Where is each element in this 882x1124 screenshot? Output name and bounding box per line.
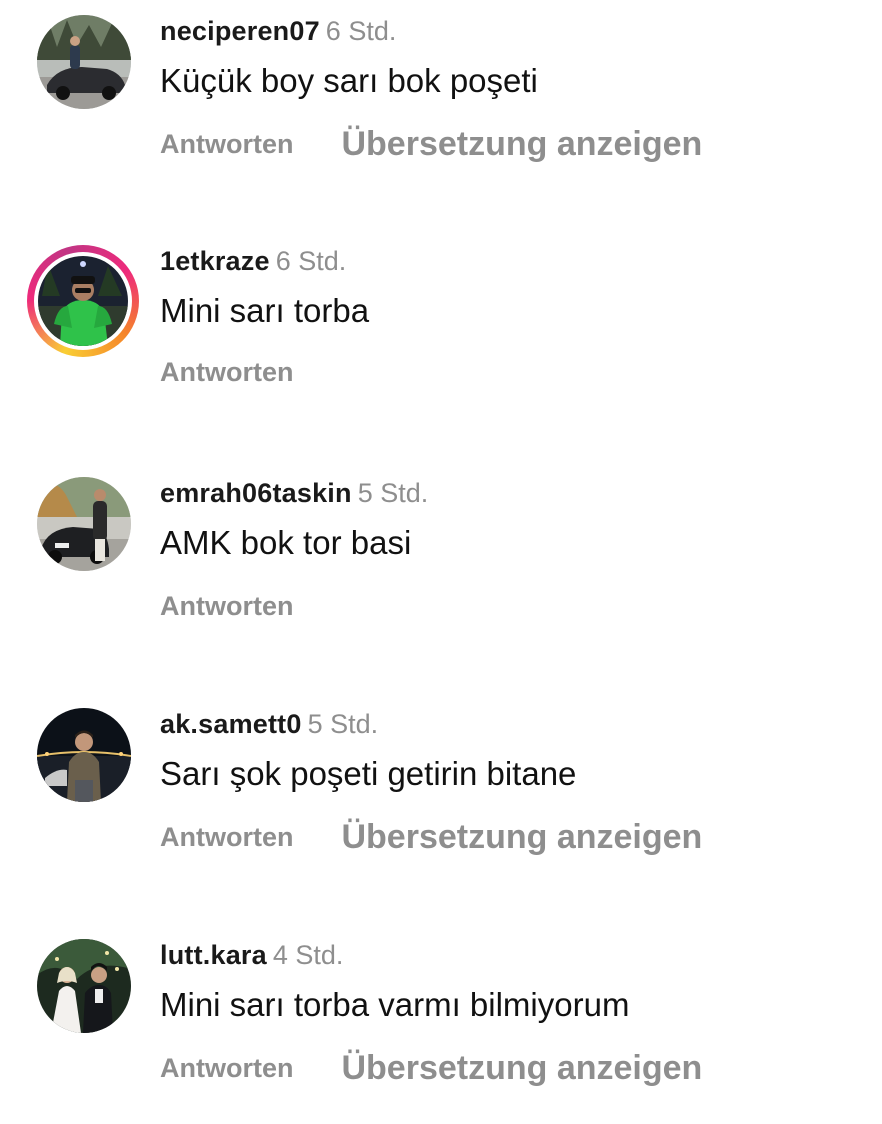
reply-button[interactable]: Antworten (160, 1046, 293, 1090)
comment-header: emrah06taskin 5 Std. (160, 476, 428, 510)
avatar-inner (34, 252, 132, 350)
comment-header: lutt.kara 4 Std. (160, 938, 343, 972)
avatar (38, 256, 128, 346)
comment-text: AMK bok tor basi (160, 524, 412, 561)
avatar[interactable] (37, 477, 131, 571)
reply-button[interactable]: Antworten (160, 815, 293, 859)
comment-text: Mini sarı torba varmı bilmiyorum (160, 986, 630, 1023)
comment-item: 1etkraze 6 Std. Mini sarı torba Antworten (0, 0, 882, 387)
avatar[interactable] (37, 708, 131, 802)
username[interactable]: emrah06taskin (160, 478, 352, 508)
timestamp: 6 Std. (275, 246, 347, 276)
profile-photo-wedding-icon (37, 939, 131, 1033)
comment-actions: Antworten (160, 584, 293, 628)
username[interactable]: lutt.kara (160, 940, 267, 970)
username[interactable]: ak.samett0 (160, 709, 302, 739)
avatar[interactable] (37, 939, 131, 1033)
comment-actions: Antworten (160, 350, 293, 394)
reply-button[interactable]: Antworten (160, 350, 293, 394)
comment-header: 1etkraze 6 Std. (160, 244, 346, 278)
username[interactable]: 1etkraze (160, 246, 270, 276)
comment-item: emrah06taskin 5 Std. AMK bok tor basi Ant… (0, 462, 882, 662)
profile-photo-green-jacket-icon (38, 256, 128, 346)
comment-actions: Antworten Übersetzung anzeigen (160, 1046, 702, 1090)
show-translation-button[interactable]: Übersetzung anzeigen (341, 1046, 702, 1090)
comment-text: Sarı şok poşeti getirin bitane (160, 755, 577, 792)
timestamp: 4 Std. (272, 940, 344, 970)
comment-header: ak.samett0 5 Std. (160, 707, 378, 741)
comment-actions: Antworten Übersetzung anzeigen (160, 815, 702, 859)
comment-text: Mini sarı torba (160, 292, 370, 329)
reply-button[interactable]: Antworten (160, 584, 293, 628)
avatar-story-ring[interactable] (27, 245, 139, 357)
profile-photo-night-icon (37, 708, 131, 802)
comment-item: lutt.kara 4 Std. Mini sarı torba varmı bi… (0, 924, 882, 1124)
timestamp: 5 Std. (357, 478, 429, 508)
comment-item: ak.samett0 5 Std. Sarı şok poşeti getirin… (0, 693, 882, 893)
timestamp: 5 Std. (307, 709, 379, 739)
profile-photo-car-icon (37, 477, 131, 571)
show-translation-button[interactable]: Übersetzung anzeigen (341, 815, 702, 859)
